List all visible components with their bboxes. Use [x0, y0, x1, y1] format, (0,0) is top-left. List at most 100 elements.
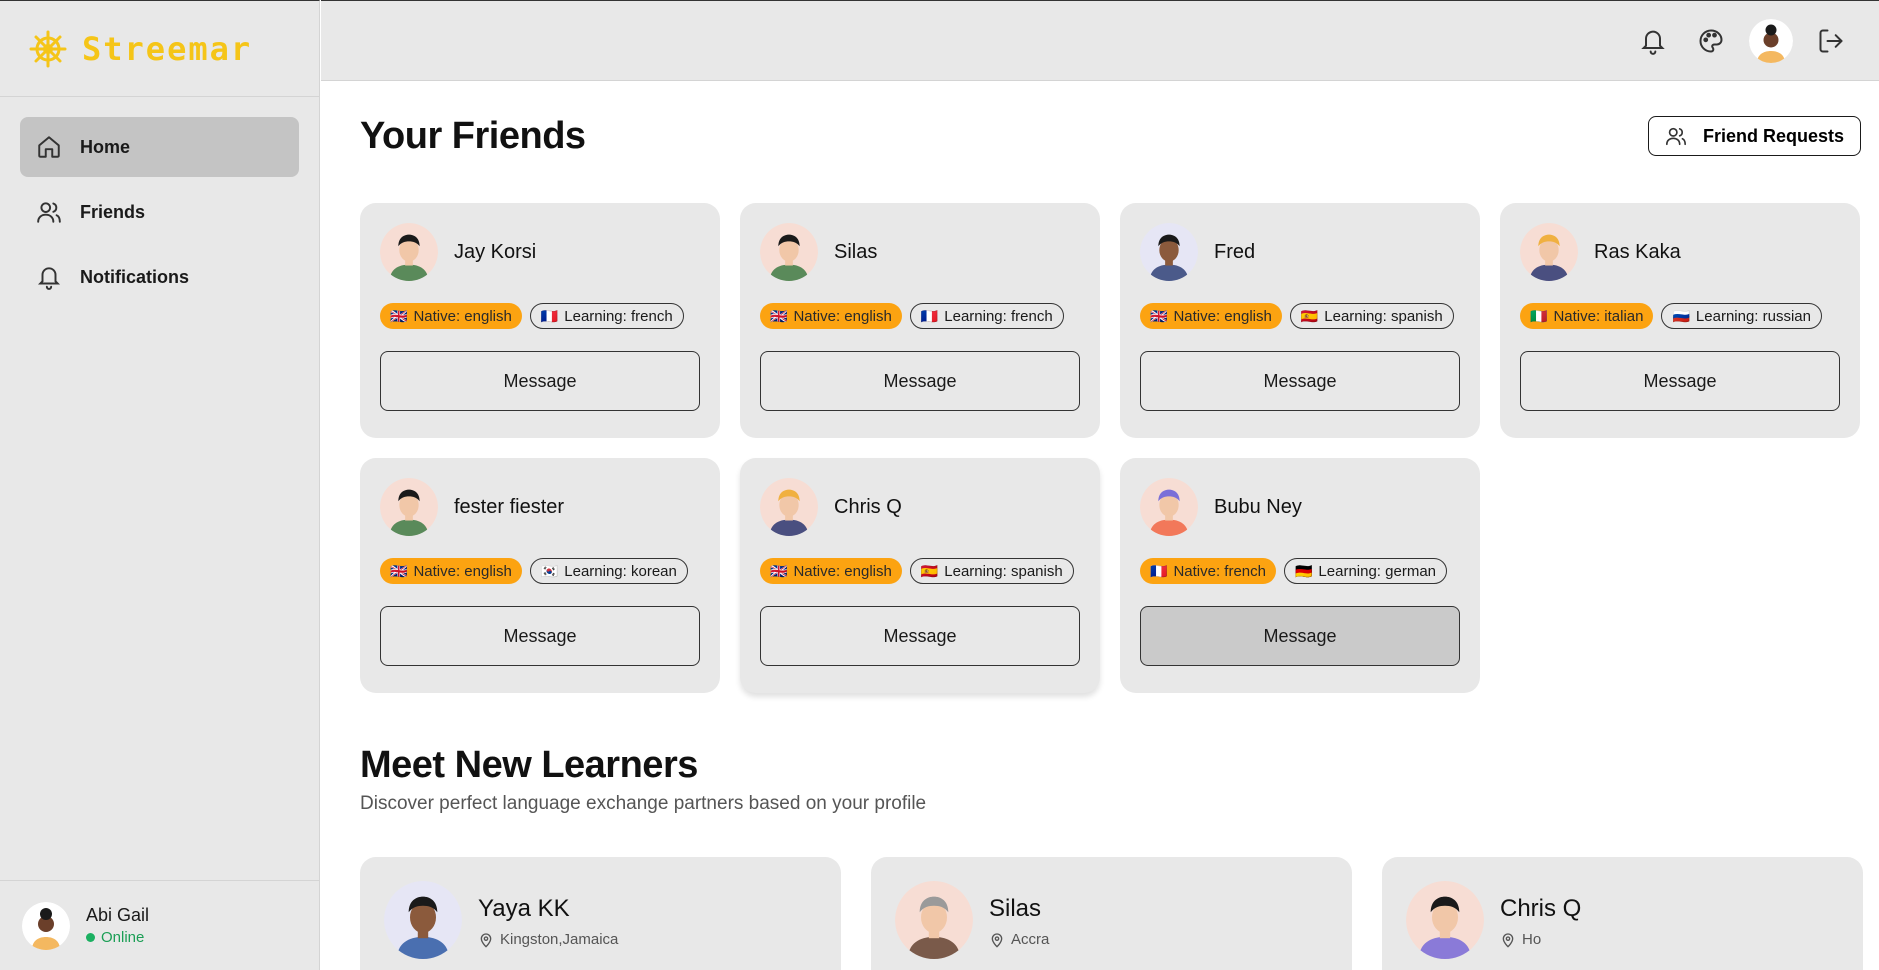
users-icon — [36, 199, 62, 225]
avatar — [1140, 223, 1198, 281]
message-button[interactable]: Message — [380, 606, 700, 666]
avatar — [895, 881, 973, 959]
learning-language-badge: 🇷🇺 Learning: russian — [1661, 303, 1822, 329]
flag-icon: 🇮🇹 — [1530, 307, 1548, 324]
friend-header: Ras Kaka — [1520, 223, 1840, 281]
sidebar-item-label: Notifications — [80, 266, 190, 287]
friend-name: Chris Q — [834, 495, 902, 518]
native-language-badge: 🇬🇧 Native: english — [1140, 303, 1282, 329]
sidebar-item-label: Friends — [80, 201, 146, 222]
friend-header: Jay Korsi — [380, 223, 700, 281]
flag-icon: 🇫🇷 — [920, 307, 939, 324]
current-user[interactable]: Abi Gail Online — [0, 880, 320, 970]
friend-name: Bubu Ney — [1214, 495, 1302, 518]
friends-header: Your Friends Friend Requests — [360, 111, 1861, 161]
language-badges: 🇬🇧 Native: english 🇪🇸 Learning: spanish — [760, 558, 1080, 584]
learner-name: Silas — [989, 895, 1042, 922]
user-name: Abi Gail — [86, 905, 150, 925]
friend-requests-button[interactable]: Friend Requests — [1647, 116, 1861, 156]
message-button[interactable]: Message — [380, 351, 700, 411]
sidebar-nav: Home Friends Notifications — [0, 97, 319, 332]
flag-icon: 🇷🇺 — [1672, 307, 1690, 324]
section-subtitle: Discover perfect language exchange partn… — [360, 793, 927, 814]
friend-card: Jay Korsi 🇬🇧 Native: english 🇫🇷 Learning: … — [360, 203, 720, 438]
flag-icon: 🇫🇷 — [540, 307, 559, 324]
flag-icon: 🇫🇷 — [1150, 562, 1168, 579]
users-icon — [1665, 125, 1687, 147]
learner-location: Accra — [989, 931, 1049, 948]
theme-button[interactable] — [1691, 21, 1731, 61]
map-pin-icon — [1500, 932, 1516, 948]
learner-card: Silas Accra — [871, 857, 1352, 970]
friend-name: fester fiester — [454, 495, 565, 518]
avatar — [760, 478, 818, 536]
avatar — [760, 223, 818, 281]
topbar — [321, 0, 1879, 81]
notifications-button[interactable] — [1633, 21, 1673, 61]
learning-language-badge: 🇪🇸 Learning: spanish — [1289, 303, 1454, 329]
avatar — [384, 881, 462, 959]
sidebar-item-notifications[interactable]: Notifications — [20, 247, 299, 307]
language-badges: 🇬🇧 Native: english 🇫🇷 Learning: french — [380, 303, 700, 329]
flag-icon: 🇪🇸 — [1300, 307, 1319, 324]
message-button[interactable]: Message — [1140, 351, 1460, 411]
avatar[interactable] — [1749, 18, 1793, 63]
friend-card: Fred 🇬🇧 Native: english 🇪🇸 Learning: spani… — [1120, 203, 1480, 438]
learner-card: Yaya KK Kingston,Jamaica — [360, 857, 841, 970]
friend-header: Silas — [760, 223, 1080, 281]
learning-language-badge: 🇩🇪 Learning: german — [1283, 558, 1447, 584]
learner-name: Yaya KK — [478, 895, 570, 922]
brand-name: Streemar — [82, 29, 253, 68]
brand[interactable]: Streemar — [0, 1, 319, 97]
learners-section: Meet New Learners Discover perfect langu… — [360, 741, 1863, 970]
logout-icon — [1819, 29, 1843, 52]
message-button[interactable]: Message — [760, 351, 1080, 411]
flag-icon: 🇬🇧 — [390, 307, 408, 324]
friend-name: Jay Korsi — [454, 240, 537, 263]
friend-name: Silas — [834, 240, 878, 263]
flag-icon: 🇬🇧 — [1150, 307, 1168, 324]
ship-wheel-icon — [29, 30, 67, 67]
learning-language-badge: 🇫🇷 Learning: french — [909, 303, 1064, 329]
learning-language-badge: 🇰🇷 Learning: korean — [529, 558, 688, 584]
sidebar-item-label: Home — [80, 136, 131, 157]
friend-header: Chris Q — [760, 478, 1080, 536]
section-title: Meet New Learners — [360, 744, 698, 786]
sidebar-item-home[interactable]: Home — [20, 117, 299, 177]
native-language-badge: 🇮🇹 Native: italian — [1520, 303, 1654, 329]
logout-button[interactable] — [1811, 21, 1851, 61]
avatar — [22, 901, 70, 950]
learner-name: Chris Q — [1500, 895, 1582, 922]
sidebar-item-friends[interactable]: Friends — [20, 182, 299, 242]
native-language-badge: 🇬🇧 Native: english — [760, 558, 902, 584]
bell-icon — [1641, 30, 1665, 55]
friend-card: fester fiester 🇬🇧 Native: english 🇰🇷 Learn… — [360, 458, 720, 693]
native-language-badge: 🇬🇧 Native: english — [380, 303, 522, 329]
message-button[interactable]: Message — [760, 606, 1080, 666]
language-badges: 🇫🇷 Native: french 🇩🇪 Learning: german — [1140, 558, 1460, 584]
map-pin-icon — [478, 932, 494, 948]
language-badges: 🇬🇧 Native: english 🇫🇷 Learning: french — [760, 303, 1080, 329]
flag-icon: 🇬🇧 — [770, 562, 788, 579]
native-language-badge: 🇫🇷 Native: french — [1140, 558, 1276, 584]
language-badges: 🇮🇹 Native: italian 🇷🇺 Learning: russian — [1520, 303, 1840, 329]
avatar — [1140, 478, 1198, 536]
learners-grid: Yaya KK Kingston,Jamaica Silas Accra Chr… — [360, 857, 1863, 970]
learning-language-badge: 🇪🇸 Learning: spanish — [909, 558, 1074, 584]
flag-icon: 🇬🇧 — [390, 562, 408, 579]
friend-header: Fred — [1140, 223, 1460, 281]
friend-card: Bubu Ney 🇫🇷 Native: french 🇩🇪 Learning: ge… — [1120, 458, 1480, 693]
friend-header: fester fiester — [380, 478, 700, 536]
message-button[interactable]: Message — [1520, 351, 1840, 411]
home-icon — [36, 134, 62, 160]
message-button[interactable]: Message — [1140, 606, 1460, 666]
language-badges: 🇬🇧 Native: english 🇪🇸 Learning: spanish — [1140, 303, 1460, 329]
friend-name: Ras Kaka — [1594, 240, 1681, 263]
flag-icon: 🇰🇷 — [540, 562, 559, 579]
sidebar: Streemar Home Friends Notifications Abi … — [0, 0, 320, 970]
avatar — [1520, 223, 1578, 281]
flag-icon: 🇪🇸 — [920, 562, 939, 579]
main-content: Your Friends Friend Requests Jay Korsi 🇬… — [321, 81, 1879, 970]
palette-icon — [1699, 29, 1723, 52]
friends-grid: Jay Korsi 🇬🇧 Native: english 🇫🇷 Learning: … — [360, 203, 1861, 693]
